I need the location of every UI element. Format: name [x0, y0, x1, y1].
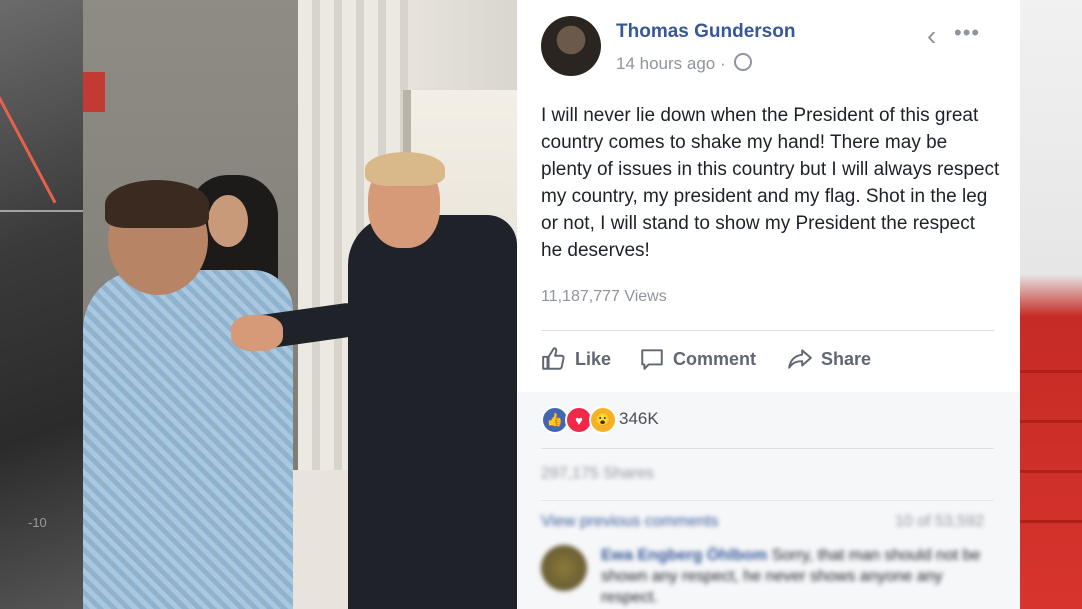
photo-patient-hair	[105, 180, 209, 228]
comment-item: Ewa Engberg Öhlbom Sorry, that man shoul…	[601, 545, 991, 608]
divider	[541, 448, 994, 449]
photo-exit-sign	[83, 72, 105, 112]
author-avatar[interactable]	[541, 16, 601, 76]
facebook-post: Thomas Gunderson 14 hours ago · ‹ ••• I …	[517, 0, 1020, 609]
post-meta: 14 hours ago ·	[616, 53, 753, 74]
comment-label: Comment	[673, 348, 757, 369]
background-streak	[0, 60, 57, 204]
share-label: Share	[821, 348, 872, 369]
view-count: 11,187,777 Views	[541, 288, 667, 305]
author-name[interactable]: Thomas Gunderson	[616, 21, 795, 43]
globe-icon	[734, 53, 753, 71]
wow-icon: 😮	[589, 406, 617, 434]
photo-hand	[231, 315, 283, 351]
background-stripe	[1020, 420, 1082, 423]
comment-icon	[641, 349, 663, 370]
post-body: I will never lie down when the President…	[541, 105, 1000, 261]
share-button[interactable]: Share	[787, 344, 871, 374]
background-number: -10	[28, 515, 47, 530]
reaction-icons[interactable]: 👍 ♥ 😮	[541, 406, 617, 434]
background-line	[0, 210, 83, 212]
like-button[interactable]: Like	[541, 344, 611, 374]
background-right-graphic	[1020, 0, 1082, 609]
comment-button[interactable]: Comment	[639, 344, 756, 374]
photo-man	[348, 215, 517, 609]
background-stripe	[1020, 470, 1082, 473]
photo-woman-face	[208, 195, 248, 247]
view-previous-comments-link[interactable]: View previous comments	[541, 513, 719, 531]
chevron-left-icon[interactable]: ‹	[927, 20, 936, 52]
thumbs-up-icon	[542, 347, 565, 370]
background-stripe	[1020, 370, 1082, 373]
divider	[541, 500, 994, 501]
commenter-avatar[interactable]	[541, 545, 587, 591]
background-left-graphic: -10	[0, 0, 83, 609]
comment-pager: 10 of 53,592	[895, 513, 984, 530]
reaction-count[interactable]: 346K	[619, 409, 659, 429]
commenter-name[interactable]: Ewa Engberg Öhlbom	[601, 547, 767, 564]
post-timestamp[interactable]: 14 hours ago	[616, 54, 715, 73]
background-stripe	[1020, 520, 1082, 523]
share-arrow-icon	[788, 349, 812, 369]
meta-separator: ·	[719, 54, 731, 73]
like-label: Like	[575, 348, 612, 369]
more-options-icon[interactable]: •••	[954, 20, 980, 46]
news-photo	[83, 0, 517, 609]
photo-man-hair	[365, 152, 445, 186]
divider	[541, 330, 994, 331]
share-count[interactable]: 297,175 Shares	[541, 465, 654, 483]
